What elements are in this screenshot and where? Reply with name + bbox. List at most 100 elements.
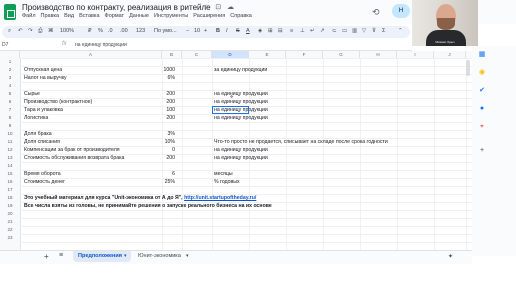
horizontal-align-icon[interactable]: ≡ <box>290 28 293 34</box>
undo-icon[interactable]: ↶ <box>18 28 23 34</box>
cell-a8[interactable]: Логистика <box>24 114 48 122</box>
row-header-15[interactable]: 15 <box>0 170 20 178</box>
calendar-icon[interactable]: ▦ <box>477 50 487 60</box>
cell-b10[interactable]: 3% <box>145 130 176 138</box>
print-icon[interactable]: ⎙ <box>38 28 42 35</box>
row-header-14[interactable]: 14 <box>0 162 20 170</box>
cell-a2[interactable]: Отпускная цена <box>24 66 62 74</box>
cell-b8[interactable]: 200 <box>145 114 175 122</box>
name-box[interactable]: D7 <box>2 42 8 48</box>
tasks-icon[interactable]: ✔ <box>477 86 487 96</box>
contacts-icon[interactable]: ● <box>477 104 487 114</box>
row-header-5[interactable]: 5 <box>0 90 20 98</box>
row-header-16[interactable]: 16 <box>0 178 20 186</box>
explore-icon[interactable]: ✦ <box>448 253 453 260</box>
menu-extensions[interactable]: Расширения <box>193 13 225 19</box>
row-header-10[interactable]: 10 <box>0 130 20 138</box>
menu-insert[interactable]: Вставка <box>79 13 99 19</box>
formula-input[interactable]: на единицу продукции <box>75 42 127 48</box>
cell-d16[interactable]: % годовых <box>214 178 240 186</box>
select-all-corner[interactable] <box>0 51 20 58</box>
column-header-b[interactable]: B <box>162 51 182 58</box>
fill-color-icon[interactable]: ◈ <box>258 28 262 34</box>
filter-icon[interactable]: ▽ <box>362 28 366 34</box>
row-header-2[interactable]: 2 <box>0 66 20 74</box>
font-select[interactable]: По умо... <box>154 28 177 34</box>
column-header-e[interactable]: E <box>249 51 286 58</box>
sheets-logo-icon[interactable] <box>4 4 16 20</box>
tab-assumptions-label[interactable]: Предположения <box>78 253 122 259</box>
column-header-c[interactable]: C <box>182 51 212 58</box>
cell-a19[interactable]: Все числа взяты из головы, не принимайте… <box>24 202 272 210</box>
text-rotation-icon[interactable]: ↗ <box>320 28 325 34</box>
keep-icon[interactable]: ◉ <box>477 68 487 78</box>
cell-b12[interactable]: 0 <box>145 146 175 154</box>
insert-link-icon[interactable]: ⊂ <box>332 28 337 34</box>
vertical-scrollbar[interactable] <box>466 60 470 76</box>
all-sheets-button[interactable]: ≡ <box>59 252 63 259</box>
cell-b7[interactable]: 100 <box>145 106 175 114</box>
cell-a11[interactable]: Доля списания <box>24 138 60 146</box>
row-header-9[interactable]: 9 <box>0 122 20 130</box>
borders-icon[interactable]: ⊞ <box>268 28 273 34</box>
menu-view[interactable]: Вид <box>64 13 74 19</box>
strikethrough-button[interactable]: S <box>236 28 240 34</box>
row-header-21[interactable]: 21 <box>0 218 20 226</box>
row-header-11[interactable]: 11 <box>0 138 20 146</box>
tab-unit-economics-dropdown-icon[interactable]: ▾ <box>186 253 189 259</box>
cell-a10[interactable]: Доля брака <box>24 130 52 138</box>
column-header-j[interactable]: J <box>434 51 466 58</box>
cell-b3[interactable]: 6% <box>145 74 176 82</box>
column-header-d[interactable]: D <box>212 51 249 58</box>
column-header-h[interactable]: H <box>360 51 397 58</box>
cell-a15[interactable]: Время оборота <box>24 170 61 178</box>
history-icon[interactable]: ⟲ <box>372 7 380 18</box>
font-size-decrease-icon[interactable]: − <box>186 28 189 34</box>
tab-unit-economics[interactable]: Юнит-экономика <box>138 253 181 259</box>
maps-icon[interactable]: ⌖ <box>477 122 487 132</box>
row-header-6[interactable]: 6 <box>0 98 20 106</box>
menu-file[interactable]: Файл <box>22 13 36 19</box>
cell-d6[interactable]: на единицу продукции <box>214 98 268 106</box>
cell-b11[interactable]: 10% <box>145 138 175 146</box>
cell-b13[interactable]: 200 <box>145 154 175 162</box>
decrease-decimals-button[interactable]: .0 <box>108 28 113 34</box>
cell-b15[interactable]: 6 <box>145 170 175 178</box>
row-header-1[interactable]: 1 <box>0 58 20 66</box>
cell-a7[interactable]: Тара и упаковка <box>24 106 63 114</box>
row-header-13[interactable]: 13 <box>0 154 20 162</box>
cell-d2[interactable]: за единицу продукции <box>214 66 267 74</box>
cell-a13[interactable]: Стоимость обслуживания возврата брака <box>24 154 160 162</box>
cell-d15[interactable]: месяцы <box>214 170 233 178</box>
insert-chart-icon[interactable]: ▥ <box>352 28 357 34</box>
cell-a16[interactable]: Стоимость денег <box>24 178 65 186</box>
zoom-select[interactable]: 100% <box>60 28 74 34</box>
share-button[interactable]: Н <box>392 4 410 18</box>
cell-d12[interactable]: на единицу продукции <box>214 146 268 154</box>
cell-d8[interactable]: на единицу продукции <box>214 114 268 122</box>
row-header-3[interactable]: 3 <box>0 74 20 82</box>
row-header-18[interactable]: 18 <box>0 194 20 202</box>
percent-button[interactable]: % <box>98 28 103 34</box>
column-header-f[interactable]: F <box>286 51 323 58</box>
increase-decimals-button[interactable]: .00 <box>120 28 128 34</box>
cell-d13[interactable]: на единицу продукции <box>214 154 268 162</box>
row-header-23[interactable]: 23 <box>0 234 20 242</box>
menu-format[interactable]: Формат <box>105 13 125 19</box>
redo-icon[interactable]: ↷ <box>28 28 33 34</box>
filter-views-icon[interactable]: ⊽ <box>372 28 376 34</box>
cell-b2[interactable]: 1000 <box>145 66 175 74</box>
row-header-19[interactable]: 19 <box>0 202 20 210</box>
row-header-20[interactable]: 20 <box>0 210 20 218</box>
column-header-i[interactable]: I <box>397 51 434 58</box>
row-header-7[interactable]: 7 <box>0 106 20 114</box>
currency-button[interactable]: ₽ <box>88 28 92 34</box>
row-header-12[interactable]: 12 <box>0 146 20 154</box>
collapse-toolbar-icon[interactable]: ⌃ <box>398 28 403 34</box>
merge-cells-icon[interactable]: ⊟ <box>278 28 283 34</box>
star-move-cloud-icons[interactable]: ☆ ⊡ ☁ <box>203 3 236 11</box>
document-title[interactable]: Производство по контракту, реализация в … <box>22 3 211 12</box>
row-header-4[interactable]: 4 <box>0 82 20 90</box>
cell-a3[interactable]: Налог на выручку <box>24 74 67 82</box>
add-icon[interactable]: + <box>477 146 487 156</box>
